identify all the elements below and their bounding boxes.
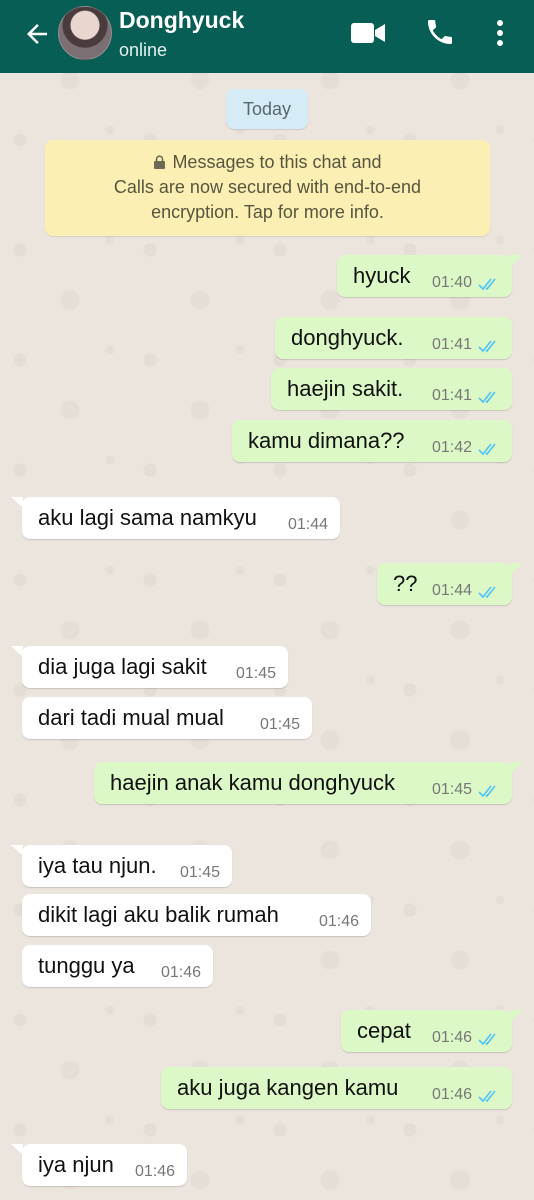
message-time: 01:45 [259, 716, 300, 733]
outgoing-message[interactable]: haejin anak kamu donghyuck 01:45 [94, 762, 512, 804]
date-chip: Today [226, 89, 308, 129]
encryption-line-2: Calls are now secured with end-to-end [113, 177, 422, 197]
read-ticks-icon [478, 340, 496, 353]
lock-icon [154, 155, 166, 169]
encryption-line-1: Messages to this chat and [172, 152, 382, 172]
read-ticks-icon [478, 1090, 496, 1103]
message-text: dikit lagi aku balik rumah [38, 902, 279, 927]
outgoing-message[interactable]: hyuck 01:40 [337, 255, 512, 297]
contact-status: online [119, 40, 168, 60]
outgoing-message[interactable]: kamu dimana?? 01:42 [232, 420, 512, 462]
incoming-message[interactable]: dikit lagi aku balik rumah 01:46 [22, 894, 371, 936]
outgoing-message[interactable]: aku juga kangen kamu 01:46 [161, 1067, 512, 1109]
incoming-message[interactable]: iya njun 01:46 [22, 1144, 187, 1186]
message-time: 01:45 [235, 665, 276, 682]
more-options-icon[interactable] [490, 17, 510, 49]
encryption-notice[interactable]: Messages to this chat and Calls are now … [45, 140, 490, 236]
incoming-message[interactable]: aku lagi sama namkyu 01:44 [22, 497, 340, 539]
bubble-tail [511, 1010, 523, 1021]
message-time: 01:41 [431, 387, 472, 404]
outgoing-message[interactable]: donghyuck. 01:41 [275, 317, 512, 359]
message-time: 01:42 [431, 439, 472, 456]
read-ticks-icon [478, 785, 496, 798]
outgoing-message[interactable]: ?? 01:44 [377, 563, 512, 605]
message-time: 01:45 [431, 781, 472, 798]
avatar[interactable] [58, 6, 112, 60]
contact-name[interactable]: Donghyuck [119, 7, 244, 34]
video-call-icon[interactable] [350, 20, 386, 46]
message-text: tunggu ya [38, 953, 135, 978]
message-time: 01:44 [431, 582, 472, 599]
back-arrow-icon[interactable] [22, 19, 52, 49]
bubble-tail [511, 255, 523, 266]
message-text: ?? [393, 571, 418, 596]
message-time: 01:46 [318, 913, 359, 930]
read-ticks-icon [478, 1033, 496, 1046]
message-time: 01:46 [160, 964, 201, 981]
bubble-tail [511, 563, 523, 574]
message-text: aku juga kangen kamu [177, 1075, 399, 1100]
message-time: 01:41 [431, 336, 472, 353]
message-text: haejin sakit. [287, 376, 404, 401]
incoming-message[interactable]: iya tau njun. 01:45 [22, 845, 232, 887]
encryption-line-3: encryption. Tap for more info. [151, 202, 384, 222]
read-ticks-icon [478, 443, 496, 456]
message-text: hyuck [353, 263, 411, 288]
message-time: 01:46 [431, 1086, 472, 1103]
message-time: 01:40 [431, 274, 472, 291]
message-text: dari tadi mual mual [38, 705, 224, 730]
read-ticks-icon [478, 278, 496, 291]
message-time: 01:45 [179, 864, 220, 881]
phone-call-icon[interactable] [424, 16, 456, 48]
message-text: cepat [357, 1018, 411, 1043]
read-ticks-icon [478, 391, 496, 404]
outgoing-message[interactable]: cepat 01:46 [341, 1010, 512, 1052]
message-time: 01:46 [134, 1163, 175, 1180]
incoming-message[interactable]: tunggu ya 01:46 [22, 945, 213, 987]
outgoing-message[interactable]: haejin sakit. 01:41 [271, 368, 512, 410]
incoming-message[interactable]: dia juga lagi sakit 01:45 [22, 646, 288, 688]
message-text: iya tau njun. [38, 853, 157, 878]
message-text: donghyuck. [291, 325, 404, 350]
message-text: aku lagi sama namkyu [38, 505, 257, 530]
message-text: kamu dimana?? [248, 428, 405, 453]
message-text: iya njun [38, 1152, 114, 1177]
chat-header: Donghyuck online [0, 0, 534, 73]
message-text: haejin anak kamu donghyuck [110, 770, 395, 795]
message-text: dia juga lagi sakit [38, 654, 207, 679]
bubble-tail [511, 762, 523, 773]
message-time: 01:46 [431, 1029, 472, 1046]
read-ticks-icon [478, 586, 496, 599]
message-time: 01:44 [287, 516, 328, 533]
incoming-message[interactable]: dari tadi mual mual 01:45 [22, 697, 312, 739]
